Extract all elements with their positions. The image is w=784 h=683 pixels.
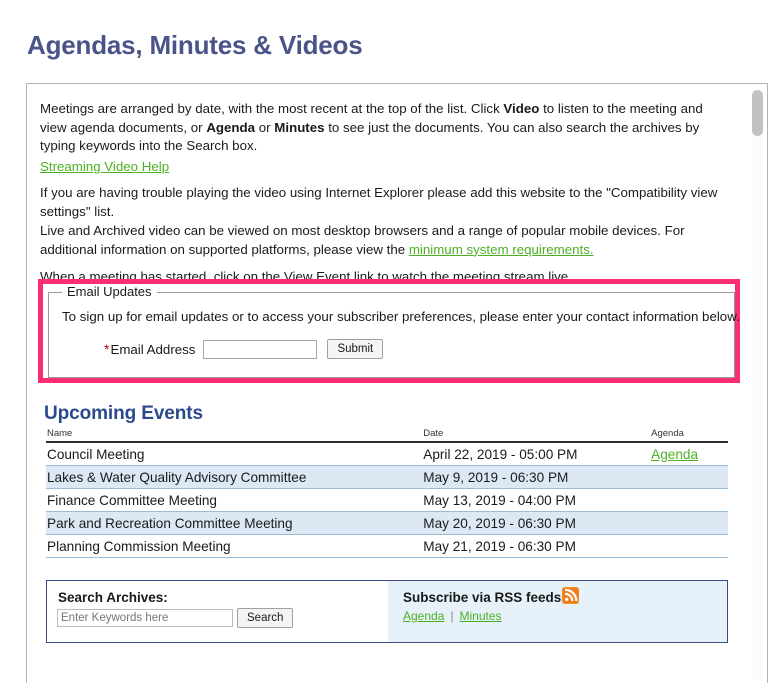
- search-input[interactable]: [57, 609, 233, 627]
- email-updates-highlight: Email Updates To sign up for email updat…: [38, 279, 740, 383]
- email-updates-legend: Email Updates: [62, 285, 157, 299]
- search-and-rss-panel: Search Archives: Search Subscribe via RS…: [46, 580, 728, 643]
- vertical-scrollbar-thumb[interactable]: [752, 90, 763, 136]
- intro-paragraph-3: Live and Archived video can be viewed on…: [40, 222, 723, 259]
- rss-icon[interactable]: [562, 587, 579, 604]
- event-name: Council Meeting: [46, 442, 423, 466]
- table-header-row: Name Date Agenda: [46, 428, 728, 443]
- search-archives-label: Search Archives:: [58, 590, 168, 605]
- rss-subscribe-label: Subscribe via RSS feeds: [403, 590, 562, 605]
- email-updates-description: To sign up for email updates or to acces…: [62, 309, 740, 324]
- intro-p1-text-3: or: [255, 119, 275, 135]
- email-address-input[interactable]: [203, 339, 318, 359]
- search-archives-section: Search Archives: Search: [47, 581, 388, 642]
- table-row: Planning Commission Meeting May 21, 2019…: [46, 534, 728, 558]
- minimum-system-requirements-link[interactable]: minimum system requirements.: [409, 242, 594, 257]
- event-date: May 20, 2019 - 06:30 PM: [422, 511, 651, 535]
- upcoming-events-heading: Upcoming Events: [44, 403, 203, 424]
- table-row: Finance Committee Meeting May 13, 2019 -…: [46, 488, 728, 512]
- event-agenda-cell: [650, 511, 728, 535]
- submit-button[interactable]: Submit: [327, 339, 384, 359]
- column-header-agenda: Agenda: [650, 428, 728, 443]
- event-agenda-cell: [650, 488, 728, 512]
- required-asterisk-icon: *: [104, 341, 110, 357]
- vertical-scrollbar-track[interactable]: [752, 88, 763, 680]
- search-button[interactable]: Search: [237, 608, 294, 628]
- event-name: Lakes & Water Quality Advisory Committee: [46, 465, 423, 489]
- streaming-video-help-container: Streaming Video Help: [40, 158, 169, 177]
- column-header-date: Date: [422, 428, 651, 443]
- event-date: May 9, 2019 - 06:30 PM: [422, 465, 651, 489]
- email-updates-fieldset: Email Updates To sign up for email updat…: [48, 285, 740, 378]
- streaming-video-help-link[interactable]: Streaming Video Help: [40, 159, 169, 174]
- event-name: Park and Recreation Committee Meeting: [46, 511, 423, 535]
- column-header-name: Name: [46, 428, 423, 443]
- event-agenda-cell: [650, 534, 728, 558]
- intro-p1-bold-video: Video: [503, 101, 540, 116]
- table-row: Council Meeting April 22, 2019 - 05:00 P…: [46, 442, 728, 466]
- rss-subscribe-section: Subscribe via RSS feeds Agenda | Minutes: [388, 581, 727, 642]
- event-agenda-cell: Agenda: [650, 442, 728, 466]
- intro-paragraph-2: If you are having trouble playing the vi…: [40, 185, 718, 219]
- rss-minutes-link[interactable]: Minutes: [460, 609, 502, 623]
- event-date: May 21, 2019 - 06:30 PM: [422, 534, 651, 558]
- table-row: Park and Recreation Committee Meeting Ma…: [46, 511, 728, 535]
- email-address-row: * Email Address Submit: [62, 339, 384, 359]
- intro-p1-bold-minutes: Minutes: [274, 119, 325, 135]
- rss-link-separator: |: [450, 609, 454, 623]
- agenda-link[interactable]: Agenda: [651, 447, 698, 462]
- email-address-label: Email Address: [110, 341, 196, 357]
- event-date: May 13, 2019 - 04:00 PM: [422, 488, 651, 512]
- intro-p1-text-1: Meetings are arranged by date, with the …: [40, 101, 504, 116]
- rss-links: Agenda | Minutes: [403, 609, 502, 623]
- event-date: April 22, 2019 - 05:00 PM: [422, 442, 651, 466]
- event-name: Planning Commission Meeting: [46, 534, 423, 558]
- page-title: Agendas, Minutes & Videos: [27, 30, 363, 60]
- event-agenda-cell: [650, 465, 728, 489]
- intro-paragraph-1: Meetings are arranged by date, with the …: [40, 100, 723, 156]
- table-row: Lakes & Water Quality Advisory Committee…: [46, 465, 728, 489]
- intro-p1-bold-agenda: Agenda: [206, 119, 256, 135]
- upcoming-events-table: Name Date Agenda Council Meeting April 2…: [46, 428, 728, 558]
- event-name: Finance Committee Meeting: [46, 488, 423, 512]
- rss-agenda-link[interactable]: Agenda: [403, 609, 444, 623]
